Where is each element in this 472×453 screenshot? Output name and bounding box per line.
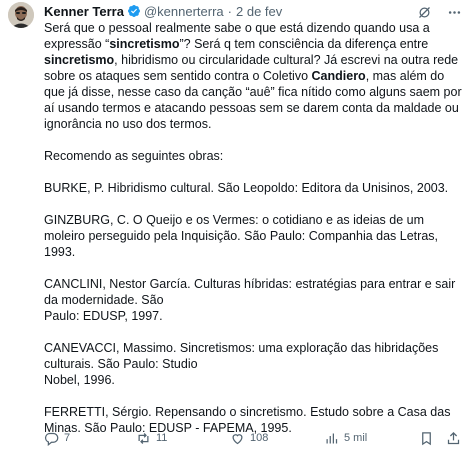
reply-count: 7 <box>64 432 71 444</box>
share-button[interactable] <box>446 431 461 446</box>
reply-button[interactable]: 7 <box>44 431 70 446</box>
reference-burke: BURKE, P. Hibridismo cultural. São Leopo… <box>44 181 449 195</box>
bookmark-button[interactable] <box>419 431 434 446</box>
tweet-header: Kenner Terra @kennerterra · 2 de fev <box>44 2 462 20</box>
separator-dot: · <box>227 3 232 19</box>
bookmark-icon <box>422 431 431 445</box>
paragraph-intro: Será que o pessoal realmente sabe o que … <box>44 21 462 131</box>
repost-icon <box>138 432 149 444</box>
more-icon[interactable] <box>446 4 462 20</box>
verified-badge-icon <box>127 4 141 18</box>
views-button[interactable]: 5 mil <box>324 431 367 446</box>
tweet-text: Será que o pessoal realmente sabe o que … <box>44 20 464 436</box>
post-date[interactable]: 2 de fev <box>236 4 282 19</box>
author-name[interactable]: Kenner Terra <box>44 4 124 19</box>
reference-canclini: CANCLINI, Nestor García. Culturas híbrid… <box>44 277 456 323</box>
repost-count: 11 <box>156 432 168 444</box>
reply-icon <box>44 432 59 446</box>
like-button[interactable]: 108 <box>230 431 268 446</box>
repost-button[interactable]: 11 <box>136 431 167 446</box>
like-count: 108 <box>250 432 269 444</box>
reference-ginzburg: GINZBURG, C. O Queijo e os Vermes: o cot… <box>44 213 438 259</box>
avatar[interactable] <box>8 2 34 28</box>
share-icon <box>447 431 460 444</box>
grok-icon[interactable] <box>416 4 432 20</box>
reference-canevacci: CANEVACCI, Massimo. Sincretismos: uma ex… <box>44 341 439 387</box>
like-icon <box>232 433 243 444</box>
paragraph-recommendation: Recomendo as seguintes obras: <box>44 149 224 163</box>
views-count: 5 mil <box>344 432 368 444</box>
action-bar: 7 11 108 5 mil <box>44 428 464 448</box>
header-actions <box>416 4 462 20</box>
views-icon <box>326 433 338 443</box>
author-handle[interactable]: @kennerterra <box>144 4 224 19</box>
tweet: Kenner Terra @kennerterra · 2 de fev Ser… <box>0 0 472 453</box>
